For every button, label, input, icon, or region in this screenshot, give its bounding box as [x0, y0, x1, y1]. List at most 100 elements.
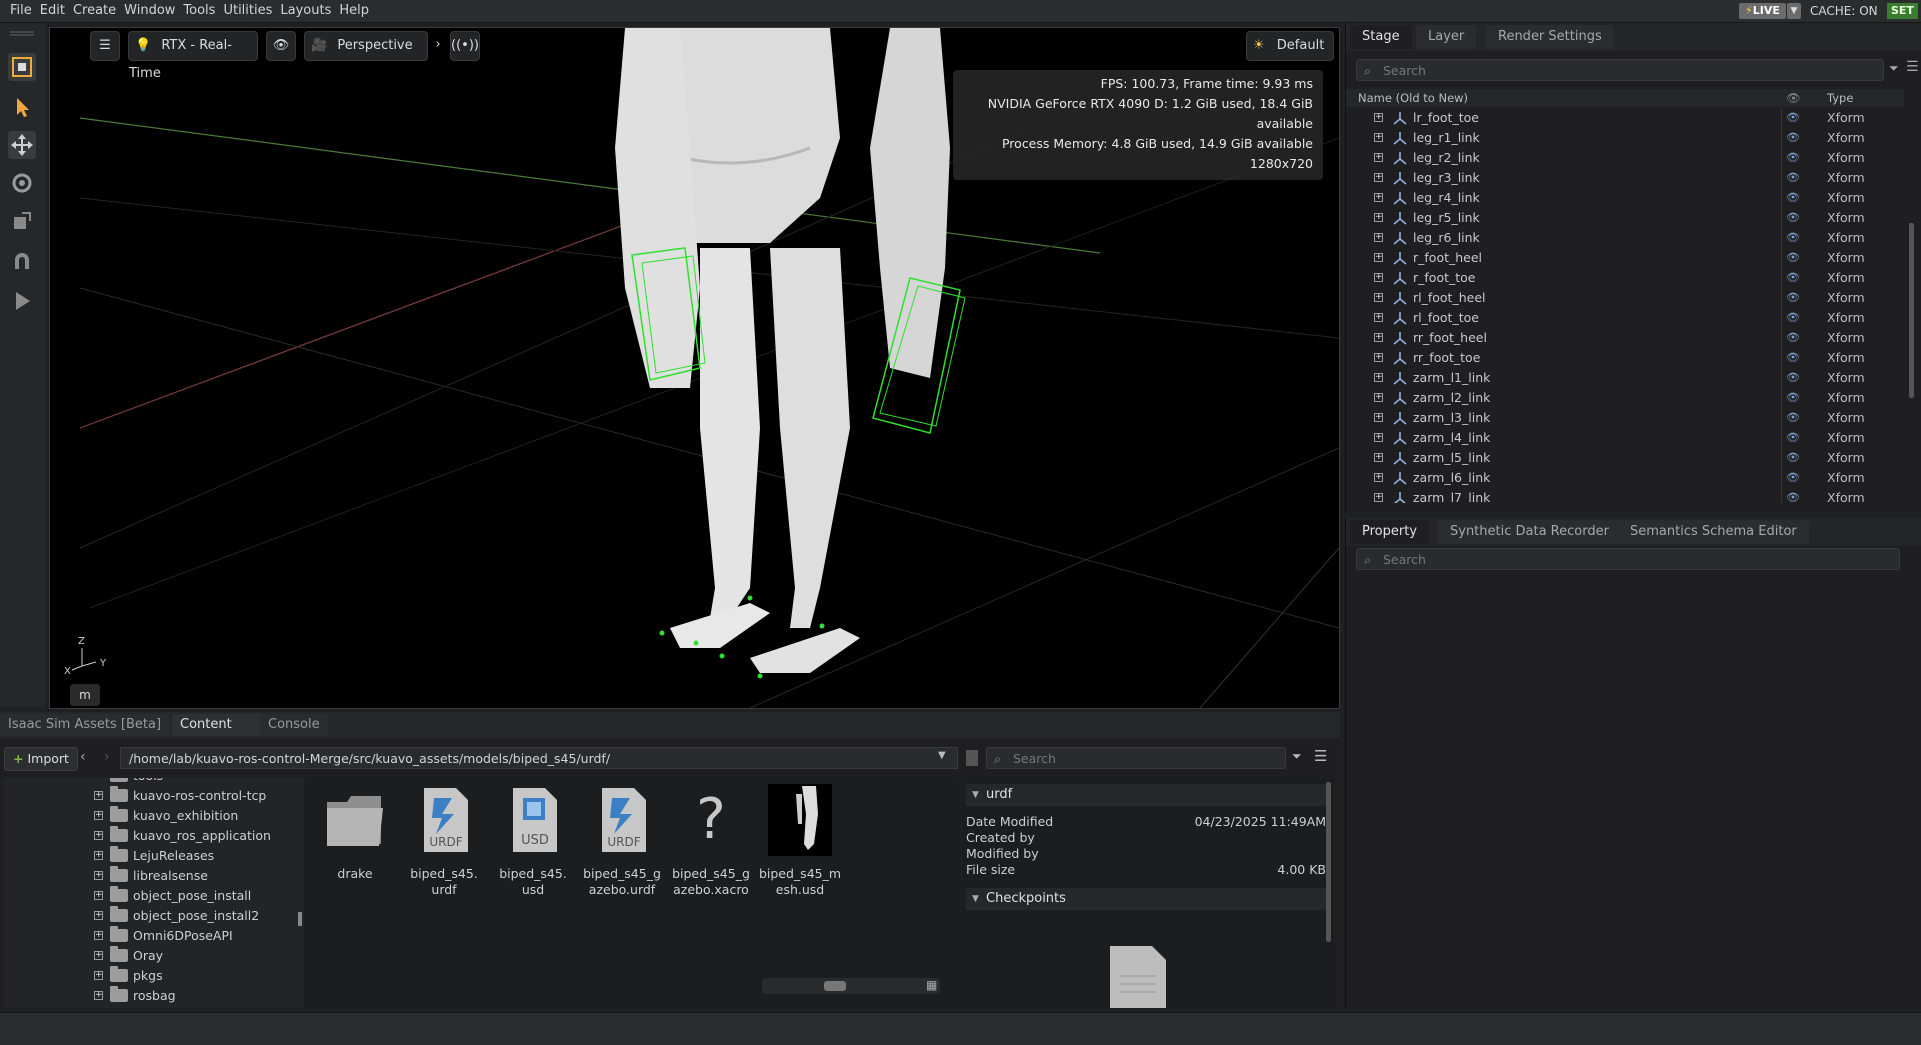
stage-row[interactable]: + leg_r4_link 👁 Xform [1346, 188, 1904, 208]
set-button[interactable]: SET [1887, 3, 1918, 19]
expand-icon[interactable]: + [1374, 493, 1383, 502]
expand-icon[interactable]: + [1374, 133, 1383, 142]
select-mode-icon[interactable] [8, 53, 36, 81]
expand-icon[interactable]: + [1374, 393, 1383, 402]
grid-view-icon[interactable]: ▦ [926, 978, 937, 992]
expand-icon[interactable]: + [1374, 413, 1383, 422]
rotate-tool-icon[interactable] [8, 169, 36, 197]
eye-icon[interactable]: 👁 [1786, 388, 1800, 408]
move-tool-icon[interactable] [8, 131, 36, 159]
forward-arrow-icon[interactable]: › [104, 749, 110, 765]
file-item[interactable]: drake [312, 784, 398, 882]
import-button[interactable]: + Import [4, 747, 78, 771]
expand-icon[interactable]: + [1374, 453, 1383, 462]
tab-synthetic-data-recorder[interactable]: Synthetic Data Recorder [1438, 520, 1621, 544]
expand-icon[interactable]: + [1374, 353, 1383, 362]
camera-button[interactable]: 🎥 Perspective [304, 31, 428, 61]
expand-icon[interactable]: + [1374, 153, 1383, 162]
stage-row[interactable]: + leg_r5_link 👁 Xform [1346, 208, 1904, 228]
column-name-header[interactable]: Name (Old to New) [1358, 89, 1468, 107]
eye-icon[interactable]: 👁 [1786, 328, 1800, 348]
expand-icon[interactable]: + [94, 991, 103, 1000]
tab-semantics-schema-editor[interactable]: Semantics Schema Editor [1618, 520, 1809, 544]
path-input[interactable]: /home/lab/kuavo-ros-control-Merge/src/ku… [120, 747, 958, 769]
expand-icon[interactable]: + [1374, 333, 1383, 342]
scale-tool-icon[interactable] [8, 207, 36, 235]
stage-row[interactable]: + zarm_l1_link 👁 Xform [1346, 368, 1904, 388]
eye-icon[interactable]: 👁 [1786, 148, 1800, 168]
viewport[interactable]: ☰ 💡 RTX - Real-Time 👁 🎥 Perspective › ((… [49, 27, 1340, 709]
menu-icon[interactable]: ☰ [1906, 59, 1919, 75]
select-arrow-icon[interactable] [8, 93, 36, 121]
checkpoints-section-header[interactable]: ▼ Checkpoints [966, 888, 1328, 910]
stage-row[interactable]: + zarm_l3_link 👁 Xform [1346, 408, 1904, 428]
eye-icon[interactable]: 👁 [1786, 128, 1800, 148]
expand-icon[interactable]: + [94, 871, 103, 880]
expand-icon[interactable]: + [94, 831, 103, 840]
file-item[interactable]: USD biped_s45. usd [490, 784, 576, 898]
menu-layouts[interactable]: Layouts [276, 0, 335, 22]
menu-help[interactable]: Help [335, 0, 373, 22]
file-item[interactable]: URDF biped_s45. urdf [401, 784, 487, 898]
expand-icon[interactable]: + [1374, 293, 1383, 302]
eye-icon[interactable]: 👁 [1786, 288, 1800, 308]
back-arrow-icon[interactable]: ‹ [80, 749, 86, 765]
zoom-slider[interactable] [762, 978, 940, 994]
expand-icon[interactable]: + [1374, 193, 1383, 202]
path-dropdown-icon[interactable]: ▼ [938, 750, 946, 761]
expand-icon[interactable]: + [94, 811, 103, 820]
menu-edit[interactable]: Edit [36, 0, 69, 22]
column-type-header[interactable]: Type [1827, 89, 1853, 107]
content-search-input[interactable]: ⌕ Search [986, 747, 1286, 769]
unit-button[interactable]: m [70, 684, 100, 706]
filter-icon[interactable]: ⏷ [1292, 749, 1302, 764]
eye-icon[interactable]: 👁 [1786, 308, 1800, 328]
menu-create[interactable]: Create [69, 0, 120, 22]
zoom-slider-handle[interactable] [824, 981, 846, 991]
live-button[interactable]: ⚡LIVE [1739, 3, 1786, 19]
stage-row[interactable]: + leg_r3_link 👁 Xform [1346, 168, 1904, 188]
eye-icon[interactable]: 👁 [1786, 468, 1800, 488]
expand-icon[interactable]: + [1374, 273, 1383, 282]
tab-layer[interactable]: Layer [1416, 25, 1477, 49]
eye-icon[interactable]: 👁 [1786, 368, 1800, 388]
tree-scrollbar[interactable] [298, 912, 302, 926]
eye-icon[interactable]: 👁 [1786, 188, 1800, 208]
stage-search-input[interactable]: ⌕ Search [1356, 59, 1884, 81]
expand-icon[interactable]: + [94, 791, 103, 800]
stage-row[interactable]: + rr_foot_toe 👁 Xform [1346, 348, 1904, 368]
expand-icon[interactable]: + [1374, 373, 1383, 382]
eye-icon[interactable]: 👁 [1786, 408, 1800, 428]
menu-file[interactable]: File [6, 0, 36, 22]
stage-row[interactable]: + rl_foot_heel 👁 Xform [1346, 288, 1904, 308]
expand-icon[interactable]: + [94, 971, 103, 980]
expand-icon[interactable]: + [94, 931, 103, 940]
tab-content[interactable]: Content [172, 714, 268, 736]
eye-icon[interactable]: 👁 [1786, 488, 1800, 503]
stage-scrollbar[interactable] [1909, 223, 1914, 398]
eye-icon[interactable]: 👁 [1786, 428, 1800, 448]
cache-status[interactable]: CACHE: ON [1810, 0, 1878, 22]
eye-icon[interactable]: 👁 [1786, 448, 1800, 468]
eye-icon[interactable]: 👁 [1786, 108, 1800, 128]
file-item[interactable]: URDF biped_s45_g azebo.urdf [579, 784, 665, 898]
expand-icon[interactable]: + [1374, 173, 1383, 182]
live-dropdown-button[interactable]: ▼ [1787, 3, 1801, 19]
expand-icon[interactable]: + [1374, 473, 1383, 482]
tab-isaac-sim-assets[interactable]: Isaac Sim Assets [Beta] [0, 714, 170, 736]
expand-icon[interactable]: + [94, 891, 103, 900]
stage-row[interactable]: + lr_foot_toe 👁 Xform [1346, 108, 1904, 128]
lighting-button[interactable]: ☀ Default [1246, 31, 1334, 61]
stage-row[interactable]: + r_foot_heel 👁 Xform [1346, 248, 1904, 268]
visibility-button[interactable]: 👁 [266, 31, 296, 61]
tab-console[interactable]: Console [260, 714, 328, 736]
eye-icon[interactable]: 👁 [1786, 248, 1800, 268]
expand-icon[interactable]: + [1374, 433, 1383, 442]
stage-row[interactable]: + zarm_l7_link 👁 Xform [1346, 488, 1904, 503]
snap-magnet-icon[interactable] [8, 247, 36, 275]
stage-row[interactable]: + zarm_l5_link 👁 Xform [1346, 448, 1904, 468]
stage-row[interactable]: + leg_r2_link 👁 Xform [1346, 148, 1904, 168]
stage-row[interactable]: + r_foot_toe 👁 Xform [1346, 268, 1904, 288]
expand-icon[interactable]: + [94, 951, 103, 960]
details-section-header[interactable]: ▼ urdf [966, 784, 1328, 806]
